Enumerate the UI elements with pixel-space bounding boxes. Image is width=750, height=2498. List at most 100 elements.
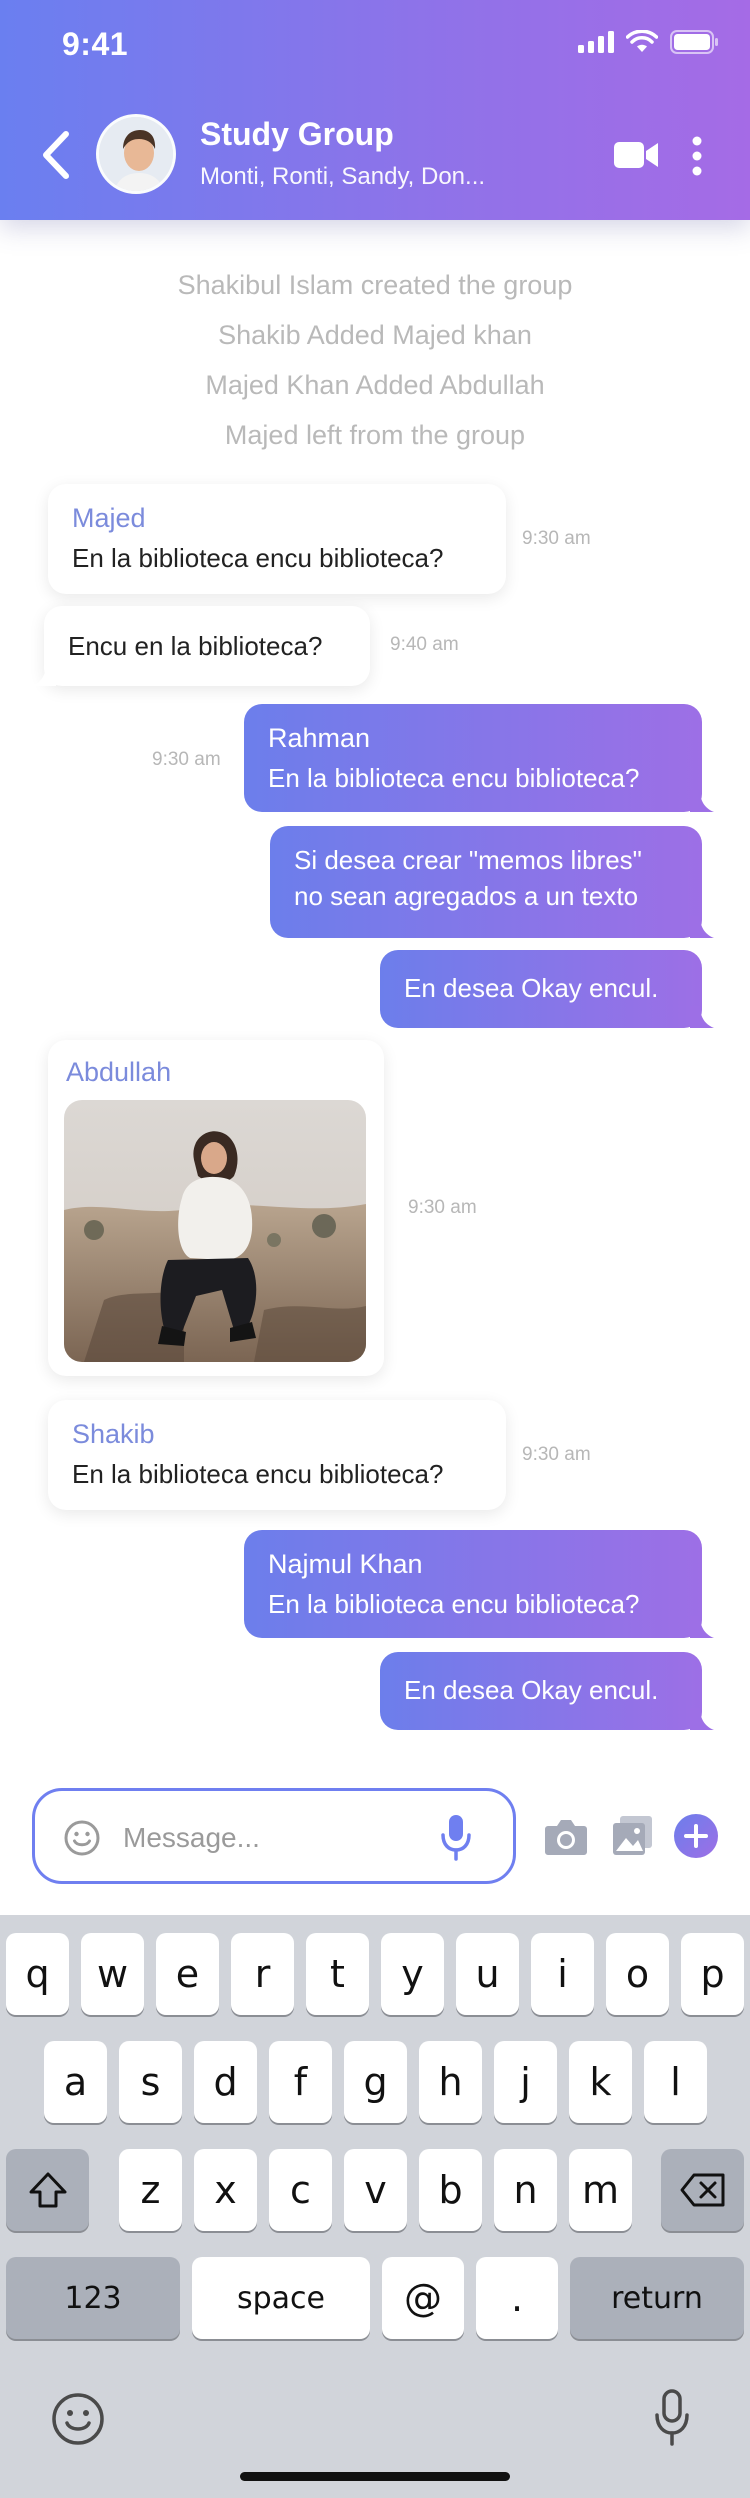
status-icons (578, 30, 720, 54)
incoming-message[interactable]: Encu en la biblioteca? (32, 606, 370, 686)
battery-icon (670, 30, 718, 54)
status-time: 9:41 (62, 26, 129, 62)
key-w[interactable]: w (81, 1933, 144, 2015)
key-c[interactable]: c (269, 2149, 332, 2231)
system-message: Majed Khan Added Abdullah (205, 370, 545, 400)
key-h[interactable]: h (419, 2041, 482, 2123)
incoming-message[interactable]: Shakib En la biblioteca encu biblioteca? (48, 1400, 506, 1510)
emoji-keyboard-icon[interactable] (50, 2391, 106, 2447)
system-message: Majed left from the group (224, 420, 526, 450)
shift-icon (29, 2172, 66, 2208)
key-t[interactable]: t (306, 1933, 369, 2015)
message-input-container[interactable] (32, 1788, 516, 1884)
backspace-icon (680, 2173, 724, 2207)
shared-photo[interactable] (64, 1100, 366, 1362)
group-avatar[interactable] (96, 114, 176, 194)
gallery-icon[interactable] (612, 1816, 652, 1856)
return-key[interactable]: return (570, 2257, 744, 2339)
add-attachment-button[interactable] (674, 1814, 718, 1858)
chat-title: Study Group (200, 116, 394, 152)
bubble-tail (690, 1616, 714, 1638)
numbers-key[interactable]: 123 (6, 2257, 180, 2339)
message-time: 9:40 am (390, 634, 459, 655)
period-key[interactable]: . (476, 2257, 558, 2339)
outgoing-message[interactable]: En desea Okay encul. (380, 950, 714, 1028)
key-v[interactable]: v (344, 2149, 407, 2231)
key-j[interactable]: j (494, 2041, 557, 2123)
key-f[interactable]: f (269, 2041, 332, 2123)
bubble-tail (32, 664, 56, 686)
outgoing-message[interactable]: Najmul Khan En la biblioteca encu biblio… (244, 1530, 714, 1638)
sender-name: Najmul Khan (268, 1549, 423, 1579)
shift-key[interactable] (6, 2149, 89, 2231)
sender-name: Rahman (268, 723, 371, 753)
incoming-image-message[interactable]: Abdullah (48, 1040, 384, 1376)
key-g[interactable]: g (344, 2041, 407, 2123)
chat-header: 9:41 Study Group Monti, Ronti, Sandy, Do… (0, 0, 750, 220)
message-input[interactable] (123, 1813, 423, 1863)
message-time: 9:30 am (522, 528, 591, 549)
message-text: En desea Okay encul. (404, 973, 659, 1003)
message-text-line: no sean agregados a un texto (294, 881, 639, 911)
chat-members: Monti, Ronti, Sandy, Don... (200, 163, 486, 190)
key-z[interactable]: z (119, 2149, 182, 2231)
message-time: 9:30 am (408, 1197, 477, 1218)
bubble-tail (690, 1708, 714, 1730)
home-indicator[interactable] (240, 2472, 510, 2481)
key-k[interactable]: k (569, 2041, 632, 2123)
dictation-mic-icon[interactable] (654, 2389, 690, 2447)
emoji-icon[interactable] (63, 1819, 101, 1857)
system-message: Shakib Added Majed khan (218, 320, 532, 350)
wifi-icon (626, 30, 658, 52)
key-m[interactable]: m (569, 2149, 632, 2231)
key-a[interactable]: a (44, 2041, 107, 2123)
message-text-line: Si desea crear "memos libres" (294, 845, 642, 875)
message-text: En la biblioteca encu biblioteca? (268, 763, 640, 793)
incoming-message[interactable]: Majed En la biblioteca encu biblioteca? (48, 484, 506, 594)
sender-name: Abdullah (66, 1057, 172, 1087)
bubble-tail (690, 1006, 714, 1028)
message-time: 9:30 am (522, 1444, 591, 1465)
bubble-tail (690, 790, 714, 812)
key-s[interactable]: s (119, 2041, 182, 2123)
key-y[interactable]: y (381, 1933, 444, 2015)
plus-icon (684, 1824, 708, 1848)
key-b[interactable]: b (419, 2149, 482, 2231)
avatar-person-icon (99, 117, 173, 191)
message-text: En la biblioteca encu biblioteca? (268, 1589, 640, 1619)
key-l[interactable]: l (644, 2041, 707, 2123)
message-text: En desea Okay encul. (404, 1675, 659, 1705)
more-options-icon[interactable] (690, 136, 704, 176)
system-message: Shakibul Islam created the group (177, 270, 573, 300)
photo-woman-desert (64, 1100, 366, 1362)
key-p[interactable]: p (681, 1933, 744, 2015)
key-u[interactable]: u (456, 1933, 519, 2015)
outgoing-message[interactable]: En desea Okay encul. (380, 1652, 714, 1730)
message-text: En la biblioteca encu biblioteca? (72, 543, 444, 573)
camera-icon[interactable] (544, 1818, 588, 1856)
outgoing-message[interactable]: Rahman En la biblioteca encu biblioteca? (244, 704, 714, 812)
video-call-icon[interactable] (614, 140, 658, 170)
sender-name: Majed (72, 503, 146, 533)
space-key[interactable]: space (192, 2257, 370, 2339)
key-r[interactable]: r (231, 1933, 294, 2015)
key-e[interactable]: e (156, 1933, 219, 2015)
bubble-tail (690, 916, 714, 938)
message-text: Encu en la biblioteca? (68, 631, 323, 661)
key-i[interactable]: i (531, 1933, 594, 2015)
key-q[interactable]: q (6, 1933, 69, 2015)
message-time: 9:30 am (152, 749, 221, 770)
keyboard: q w e r t y u i o p a s d f g h j k l z … (0, 1915, 750, 2498)
key-x[interactable]: x (194, 2149, 257, 2231)
key-n[interactable]: n (494, 2149, 557, 2231)
sender-name: Shakib (72, 1419, 155, 1449)
microphone-icon[interactable] (439, 1813, 473, 1861)
at-key[interactable]: @ (382, 2257, 464, 2339)
delete-key[interactable] (661, 2149, 744, 2231)
message-text: En la biblioteca encu biblioteca? (72, 1459, 444, 1489)
back-button[interactable] (36, 128, 76, 182)
key-d[interactable]: d (194, 2041, 257, 2123)
signal-icon (578, 31, 614, 53)
key-o[interactable]: o (606, 1933, 669, 2015)
outgoing-message[interactable]: Si desea crear "memos libres" no sean ag… (270, 826, 714, 938)
